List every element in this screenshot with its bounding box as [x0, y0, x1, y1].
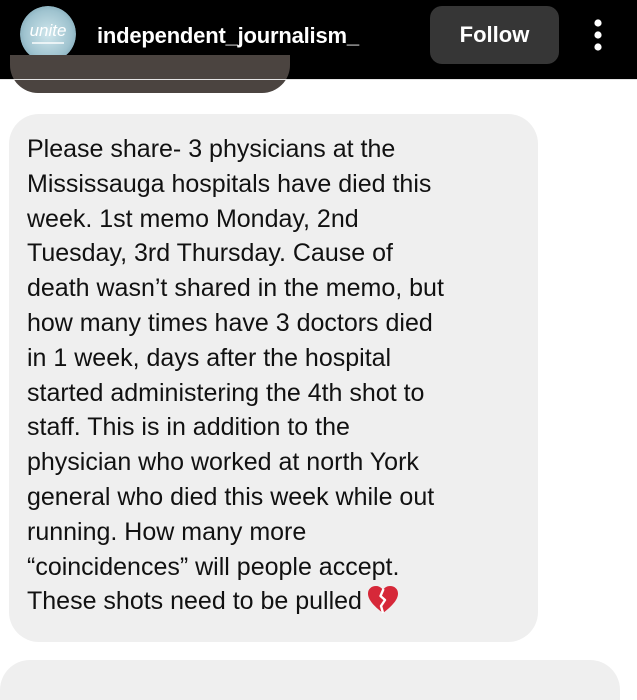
avatar-image: unite	[20, 6, 76, 62]
follow-button[interactable]: Follow	[430, 6, 559, 64]
message-text-block: Please share- 3 physicians at the Missis…	[27, 132, 527, 619]
more-options-button[interactable]	[586, 18, 610, 52]
message-text: Please share- 3 physicians at the Missis…	[27, 135, 444, 616]
profile-avatar[interactable]: unite	[20, 6, 76, 62]
next-message-stub	[0, 660, 620, 700]
avatar-logo-text: unite	[30, 21, 67, 40]
profile-header: unite independent_journalism_ Follow	[0, 0, 637, 93]
header-divider	[0, 79, 637, 80]
broken-heart-icon	[367, 586, 398, 614]
message-bubble[interactable]: Please share- 3 physicians at the Missis…	[9, 114, 538, 642]
profile-username[interactable]: independent_journalism_	[97, 23, 359, 49]
more-vertical-icon	[594, 19, 602, 51]
previous-message-image-stub	[10, 55, 290, 93]
